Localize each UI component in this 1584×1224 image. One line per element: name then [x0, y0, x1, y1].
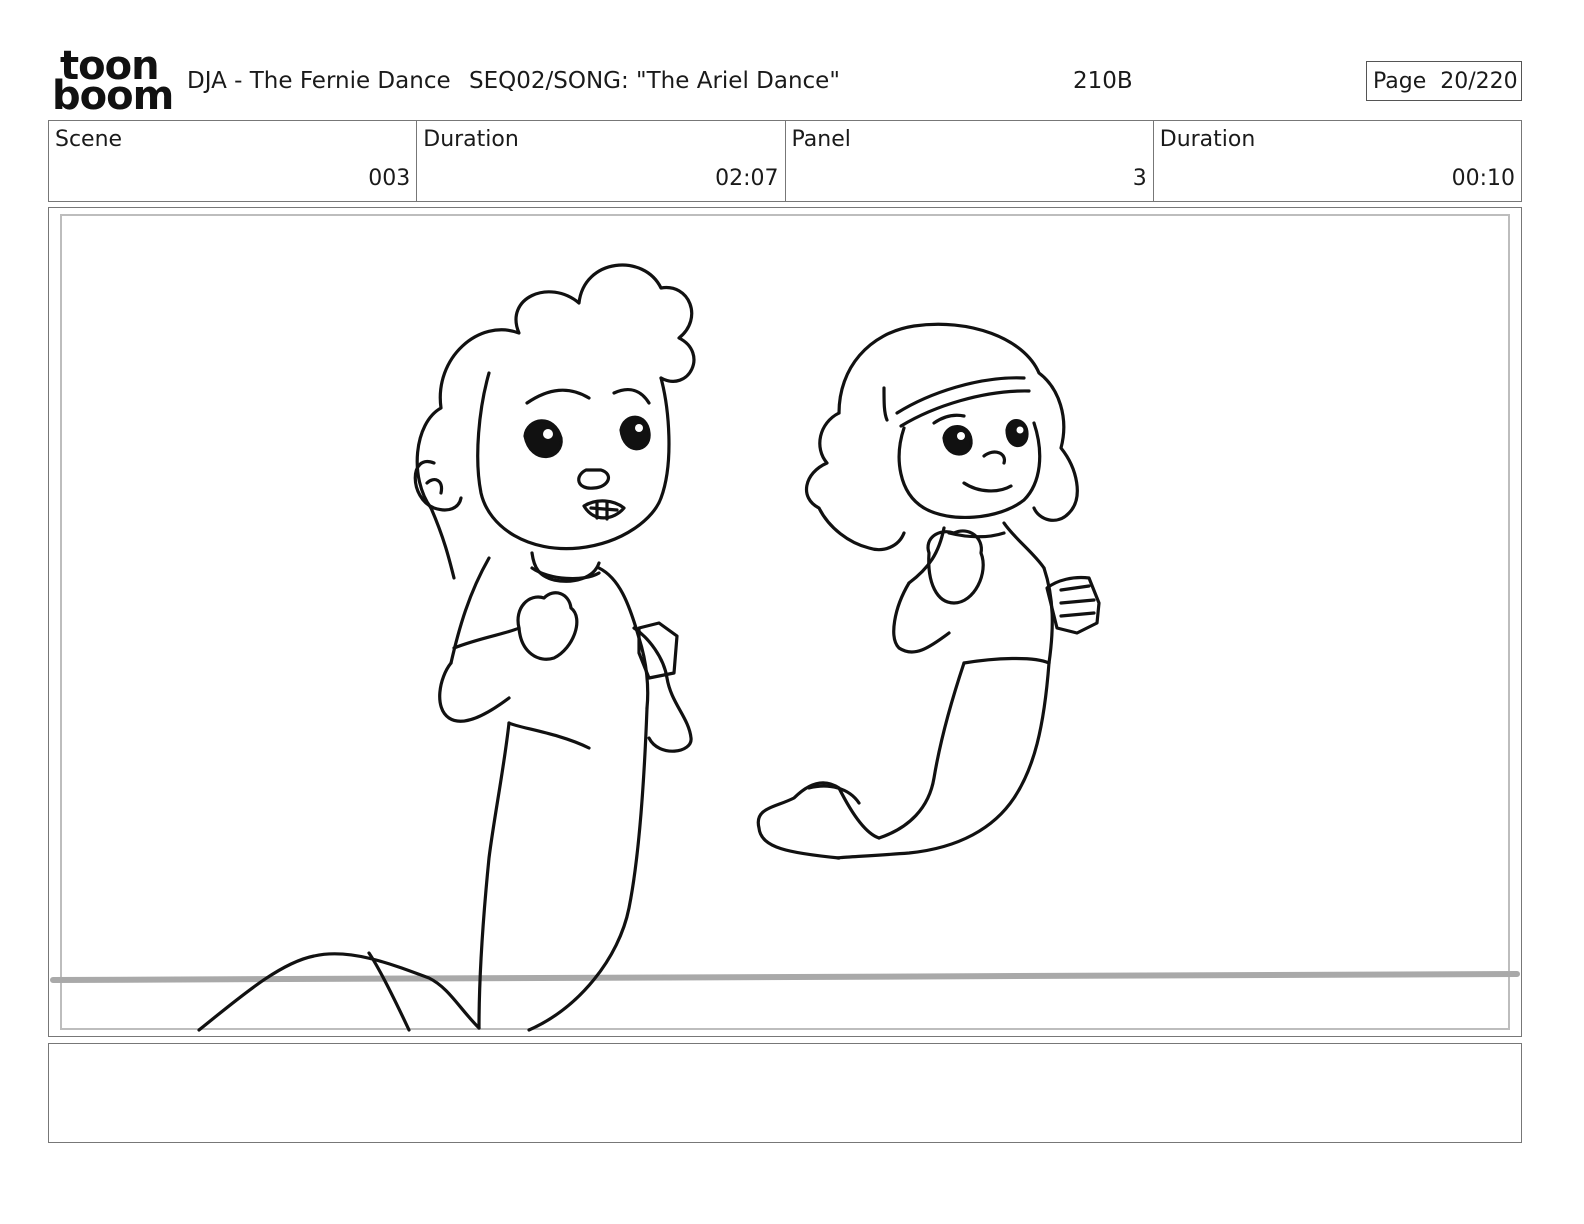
scene-value: 003	[368, 166, 411, 191]
scene-duration-label: Duration	[423, 127, 519, 152]
notes-box[interactable]	[48, 1043, 1522, 1143]
sequence-title: SEQ02/SONG: "The Ariel Dance"	[469, 68, 840, 94]
panel-label: Panel	[791, 127, 851, 152]
panel-duration-label: Duration	[1159, 127, 1256, 152]
scene-duration-cell: Duration 02:07	[417, 121, 786, 201]
project-title: DJA - The Fernie Dance	[187, 68, 451, 94]
storyboard-panel	[48, 207, 1522, 1037]
page-label: Page	[1373, 68, 1427, 94]
toon-boom-logo: toon boom	[52, 46, 174, 116]
logo-line-2: boom	[52, 73, 174, 119]
panel-duration-value: 00:10	[1451, 166, 1515, 191]
page-value: 20/220	[1440, 68, 1518, 94]
panel-drawing	[50, 263, 1520, 1032]
info-strip: Scene 003 Duration 02:07 Panel 3 Duratio…	[48, 120, 1522, 202]
scene-label: Scene	[55, 127, 123, 152]
scene-cell: Scene 003	[49, 121, 418, 201]
panel-value: 3	[1132, 166, 1147, 191]
scene-code: 210B	[1073, 68, 1133, 94]
girl-mermaid	[756, 322, 1101, 860]
page-indicator: Page 20/220	[1366, 61, 1522, 101]
panel-cell: Panel 3	[786, 121, 1154, 201]
scene-duration-value: 02:07	[715, 166, 779, 191]
boy-merman	[197, 263, 696, 1032]
panel-duration-cell: Duration 00:10	[1154, 121, 1521, 201]
